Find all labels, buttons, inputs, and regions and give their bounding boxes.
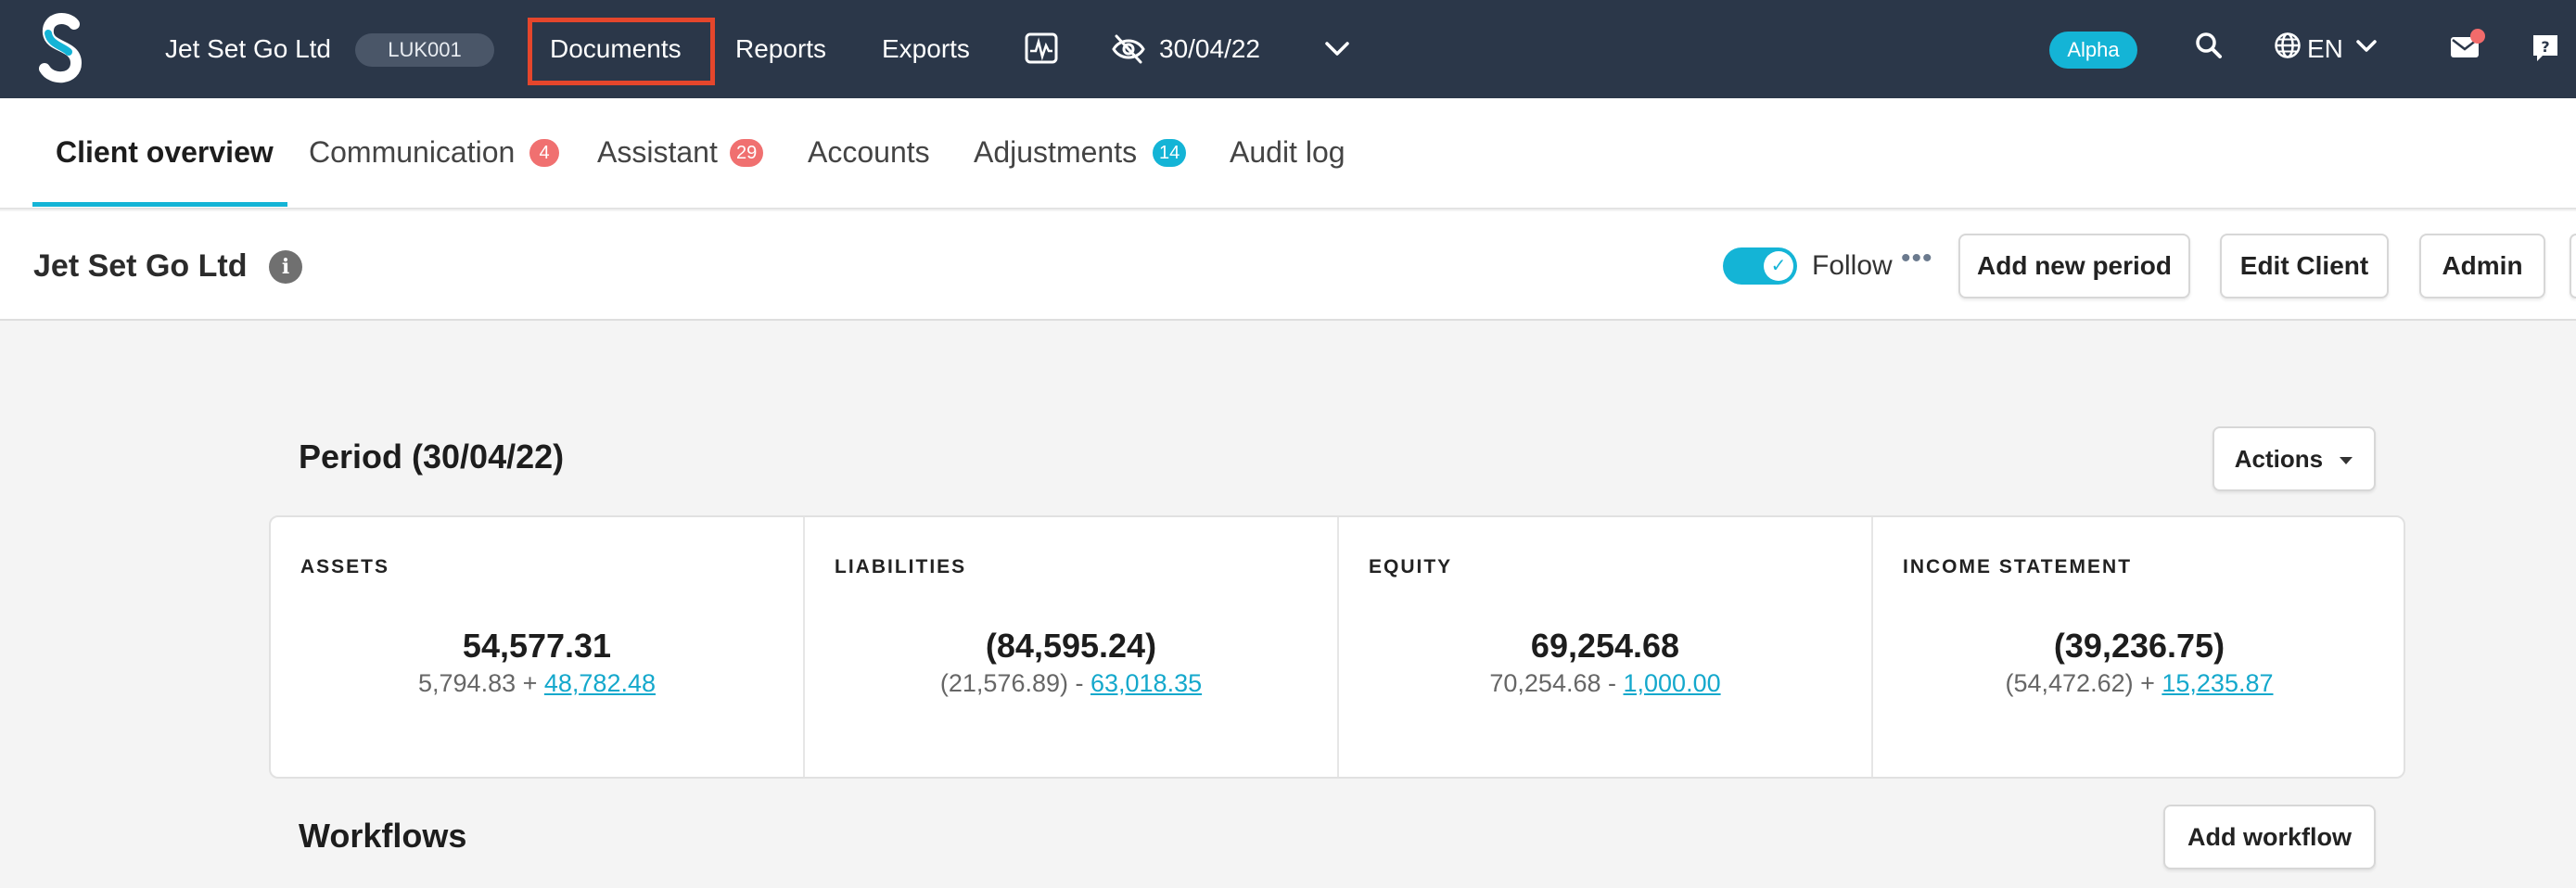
caret-down-icon: [2340, 457, 2353, 465]
app-logo[interactable]: [39, 11, 85, 83]
check-icon: ✓: [1764, 251, 1793, 281]
add-workflow-button[interactable]: Add workflow: [2163, 805, 2376, 869]
tab-audit-log[interactable]: Audit log: [1230, 98, 1345, 208]
language-chevron-down-icon[interactable]: [2355, 39, 2378, 54]
client-tabs: Client overview Communication 4 Assistan…: [0, 98, 2576, 209]
tab-assistant[interactable]: Assistant: [597, 98, 718, 208]
edit-client-button[interactable]: Edit Client: [2220, 234, 2389, 298]
tab-client-overview[interactable]: Client overview: [56, 98, 274, 208]
client-code-badge: LUK001: [355, 33, 494, 67]
stat-breakdown-link[interactable]: 63,018.35: [1090, 669, 1202, 697]
search-icon[interactable]: [2195, 32, 2223, 59]
actions-label: Actions: [2234, 445, 2324, 473]
more-options-icon[interactable]: •••: [1901, 243, 1933, 274]
assets-stat: ASSETS 54,577.31 5,794.83 + 48,782.48: [271, 517, 805, 777]
globe-icon[interactable]: [2274, 32, 2302, 59]
tab-communication[interactable]: Communication: [309, 98, 515, 208]
nav-link-exports[interactable]: Exports: [882, 0, 970, 98]
period-title: Period (30/04/22): [299, 438, 565, 476]
stat-breakdown: 5,794.83 + 48,782.48: [418, 669, 656, 697]
liabilities-stat: LIABILITIES (84,595.24) (21,576.89) - 63…: [805, 517, 1339, 777]
workflows-title: Workflows: [299, 817, 467, 855]
stat-breakdown: (21,576.89) - 63,018.35: [939, 669, 1203, 697]
stat-breakdown: 70,254.68 - 1,000.00: [1489, 669, 1721, 697]
add-new-period-button[interactable]: Add new period: [1958, 234, 2190, 298]
stat-value: 69,254.68: [1530, 627, 1680, 665]
nav-link-reports[interactable]: Reports: [735, 0, 826, 98]
help-icon[interactable]: ?: [2531, 33, 2559, 63]
top-navigation-bar: Jet Set Go Ltd LUK001 Documents Reports …: [0, 0, 2576, 98]
stat-value: 54,577.31: [462, 627, 612, 665]
actions-dropdown-button[interactable]: Actions: [2213, 426, 2376, 491]
tab-accounts[interactable]: Accounts: [808, 98, 930, 208]
info-icon[interactable]: i: [269, 250, 302, 284]
stat-label: EQUITY: [1369, 556, 1453, 577]
client-title: Jet Set Go Ltd: [33, 248, 248, 284]
client-header: Jet Set Go Ltd i ✓ Follow ••• Add new pe…: [0, 211, 2576, 321]
communication-count-badge: 4: [529, 139, 559, 167]
chevron-down-icon[interactable]: [1324, 41, 1350, 57]
language-selector[interactable]: EN: [2307, 0, 2343, 98]
equity-stat: EQUITY 69,254.68 70,254.68 - 1,000.00: [1339, 517, 1873, 777]
period-date[interactable]: 30/04/22: [1159, 0, 1260, 98]
eye-slash-icon[interactable]: [1111, 33, 1146, 65]
admin-button[interactable]: Admin: [2419, 234, 2545, 298]
stat-breakdown: (54,472.62) + 15,235.87: [2005, 669, 2274, 697]
svg-text:?: ?: [2541, 38, 2549, 56]
stat-value: (84,595.24): [985, 627, 1157, 665]
notification-dot: [2470, 29, 2485, 44]
follow-toggle[interactable]: ✓: [1723, 247, 1797, 285]
nav-link-documents[interactable]: Documents: [550, 0, 682, 98]
income-statement-stat: INCOME STATEMENT (39,236.75) (54,472.62)…: [1873, 517, 2405, 777]
assistant-count-badge: 29: [730, 139, 764, 167]
stat-label: INCOME STATEMENT: [1903, 556, 2133, 577]
client-name[interactable]: Jet Set Go Ltd: [165, 0, 331, 98]
stat-label: ASSETS: [300, 556, 390, 577]
alpha-badge: Alpha: [2049, 32, 2137, 69]
stat-value: (39,236.75): [2053, 627, 2225, 665]
adjustments-count-badge: 14: [1153, 139, 1187, 167]
follow-label: Follow: [1812, 250, 1893, 281]
tab-adjustments[interactable]: Adjustments: [974, 98, 1137, 208]
overflow-button-edge[interactable]: [2570, 234, 2576, 298]
period-summary-card: ASSETS 54,577.31 5,794.83 + 48,782.48 LI…: [269, 515, 2405, 779]
stat-breakdown-link[interactable]: 48,782.48: [544, 669, 656, 697]
stat-label: LIABILITIES: [835, 556, 967, 577]
stat-breakdown-link[interactable]: 15,235.87: [2162, 669, 2273, 697]
stat-breakdown-link[interactable]: 1,000.00: [1624, 669, 1721, 697]
activity-monitor-icon[interactable]: [1025, 32, 1058, 64]
active-tab-indicator: [32, 202, 287, 207]
